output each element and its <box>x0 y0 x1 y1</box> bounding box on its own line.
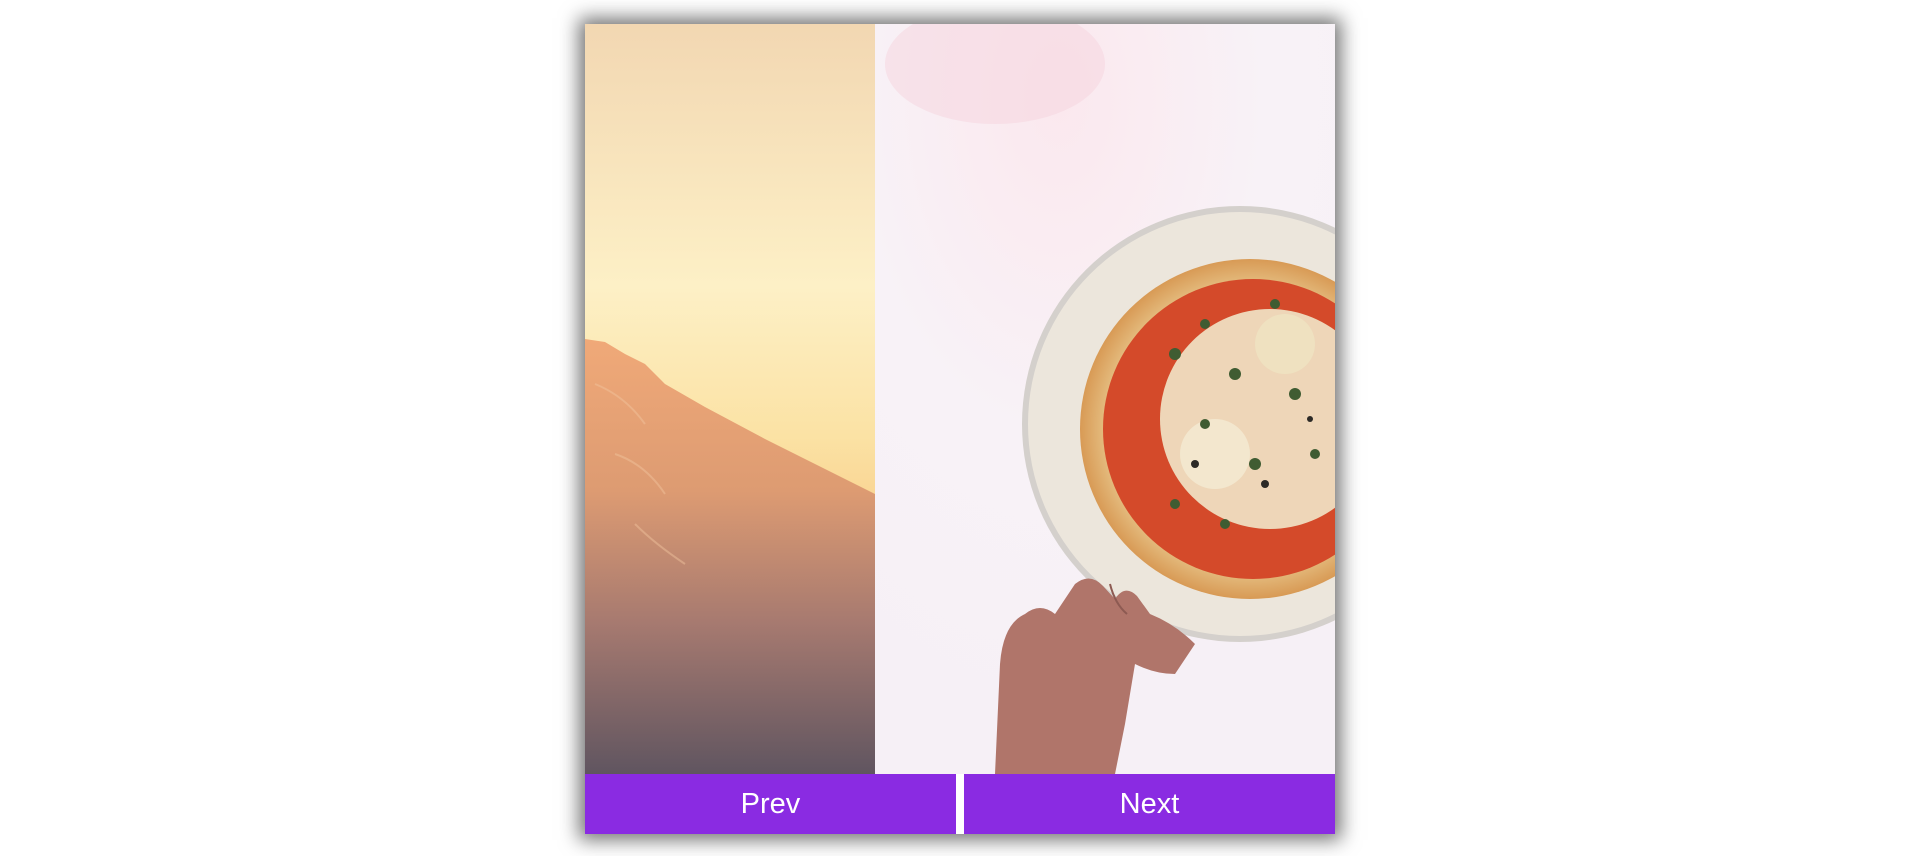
pizza-image <box>875 24 1335 774</box>
slider-viewport <box>585 24 1335 774</box>
slide-mountain <box>585 24 875 774</box>
image-slider: Prev Next <box>585 24 1335 834</box>
next-button[interactable]: Next <box>964 774 1335 834</box>
slider-controls: Prev Next <box>585 774 1335 834</box>
prev-button[interactable]: Prev <box>585 774 956 834</box>
mountain-image <box>585 24 875 774</box>
slide-pizza <box>875 24 1335 774</box>
